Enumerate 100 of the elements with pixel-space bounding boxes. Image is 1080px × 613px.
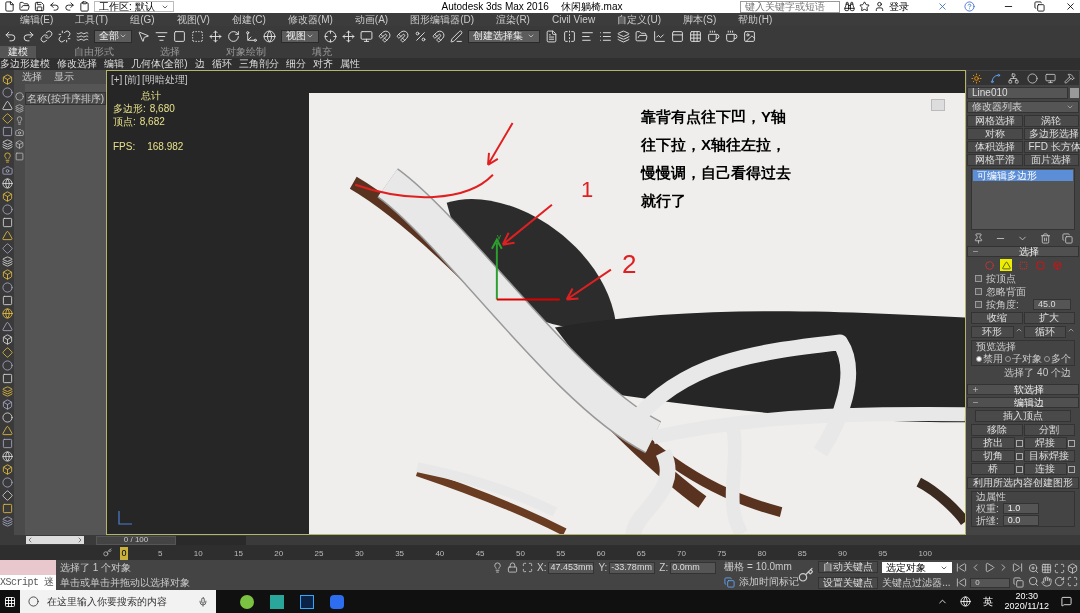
maxscript-field[interactable] [0, 560, 56, 575]
modify-tab-icon[interactable] [989, 72, 1001, 84]
tool-icon[interactable] [1, 438, 13, 449]
viewport-label[interactable]: [+] [111, 75, 123, 85]
object-name-field[interactable]: Line010 [967, 87, 1068, 99]
square-icon[interactable] [173, 29, 186, 43]
caret-icon[interactable] [527, 32, 535, 40]
viewport-label[interactable]: [前] [124, 75, 140, 85]
tool-icon[interactable] [1, 295, 13, 306]
frame-field[interactable]: 0 [970, 577, 1011, 588]
filter-icon[interactable] [15, 104, 25, 113]
selection-set-dropdown[interactable]: 创建选择集 [468, 29, 540, 43]
ribbon-item[interactable]: 三角剖分 [238, 59, 279, 69]
tool-icon[interactable] [1, 152, 13, 163]
menu-item[interactable]: 脚本(S) [683, 14, 717, 25]
taskbar-search[interactable]: 在这里输入你要搜索的内容 [20, 590, 216, 613]
explorer-scrollbar[interactable] [26, 536, 84, 544]
tool-icon[interactable] [1, 399, 13, 410]
filter-icon[interactable] [15, 140, 25, 149]
spinner-field[interactable]: 0.0 [1002, 515, 1039, 526]
edit-edge-button[interactable]: 目标焊接 [1023, 450, 1075, 462]
insert-vertex-button[interactable]: 插入顶点 [975, 410, 1071, 422]
unlink-icon[interactable] [58, 29, 71, 43]
new-file-icon[interactable] [4, 1, 15, 12]
ribbon-item[interactable]: 循环 [211, 59, 232, 69]
tool-icon[interactable] [1, 490, 13, 501]
edit-edge-button[interactable]: 焊接 [1023, 437, 1067, 449]
tool-icon[interactable] [1, 230, 13, 241]
tool-icon[interactable] [1, 425, 13, 436]
list-filter-icon[interactable] [155, 29, 168, 43]
user-icon[interactable] [874, 1, 885, 12]
open-icon[interactable] [19, 1, 30, 12]
rollout-header[interactable]: 编辑边 [967, 397, 1079, 408]
tool-icon[interactable] [1, 412, 13, 423]
workspace-dropdown[interactable]: 工作区: 默认 [94, 1, 174, 12]
orbit-icon[interactable] [1054, 576, 1066, 587]
go-to-end-icon[interactable] [1012, 562, 1024, 573]
zoom-icon[interactable] [1028, 563, 1040, 574]
notifications-icon[interactable] [1061, 596, 1072, 607]
selection-button[interactable]: 收缩 [971, 312, 1023, 324]
menu-item[interactable]: 视图(V) [176, 14, 210, 25]
menu-item[interactable]: 图形编辑器(D) [410, 14, 475, 25]
auto-key-button[interactable]: 自动关键点 [818, 561, 879, 574]
zoom-all-icon[interactable] [1041, 563, 1053, 574]
tool-icon[interactable] [1, 360, 13, 371]
ribbon-item[interactable]: 属性 [339, 59, 360, 69]
login-link[interactable]: 登录 [889, 1, 909, 12]
time-slider-thumb[interactable]: 0 / 100 [96, 535, 176, 545]
go-to-start-icon[interactable] [956, 562, 968, 573]
tool-icon[interactable] [1, 178, 13, 189]
tool-icon[interactable] [1, 243, 13, 254]
tool-icon[interactable] [1, 321, 13, 332]
selection-button[interactable]: 扩大 [1023, 312, 1075, 324]
app-icon[interactable] [330, 594, 344, 609]
help-icon[interactable] [964, 1, 975, 12]
tool-icon[interactable] [1, 451, 13, 462]
scroll-left-icon[interactable] [26, 536, 34, 544]
checkbox[interactable] [975, 288, 982, 295]
save-icon[interactable] [34, 1, 45, 12]
motion-tab-icon[interactable] [1026, 72, 1038, 84]
filter-icon[interactable] [15, 128, 25, 137]
scale-icon[interactable] [245, 29, 258, 43]
caret-icon[interactable] [119, 32, 127, 40]
menu-item[interactable]: 帮助(H) [738, 14, 773, 25]
undo-icon[interactable] [4, 29, 17, 43]
menu-item[interactable]: 自定义(U) [617, 14, 661, 25]
tool-icon[interactable] [1, 74, 13, 85]
coordinate-field[interactable]: 47.453mm [548, 561, 595, 574]
modifier-button[interactable]: 网格平滑 [967, 154, 1023, 166]
panel-icon[interactable] [671, 29, 684, 43]
ime-indicator[interactable]: 英 [982, 596, 993, 607]
app-icon[interactable] [300, 594, 314, 609]
time-slider-track[interactable]: 0 / 100 [96, 535, 246, 545]
document-icon[interactable] [545, 29, 558, 43]
create-shape-button[interactable]: 利用所选内容创建图形 [967, 477, 1079, 489]
filter-icon[interactable] [15, 152, 25, 161]
reference-coordinate-dropdown[interactable]: 视图 [281, 29, 319, 43]
coordinate-field[interactable]: 0.0mm [670, 561, 717, 574]
crosshair-icon[interactable] [324, 29, 337, 43]
spinner-icon[interactable] [1067, 326, 1075, 334]
tool-icon[interactable] [1, 477, 13, 488]
edit-edge-button[interactable]: 分割 [1023, 424, 1075, 436]
align-icon[interactable] [581, 29, 594, 43]
redo-icon[interactable] [64, 1, 75, 12]
zoom-extents-icon[interactable] [1054, 563, 1066, 574]
layers-icon[interactable] [617, 29, 630, 43]
ribbon-item[interactable]: 几何体(全部) [131, 59, 188, 69]
redo-icon[interactable] [22, 29, 35, 43]
dashed-square-icon[interactable] [191, 29, 204, 43]
modifier-button[interactable]: 涡轮 [1023, 115, 1079, 127]
tool-icon[interactable] [1, 126, 13, 137]
play-icon[interactable] [984, 562, 996, 573]
utilities-tab-icon[interactable] [1063, 72, 1075, 84]
tool-icon[interactable] [1, 165, 13, 176]
network-icon[interactable] [959, 596, 971, 607]
modifier-button[interactable]: 多边形选择 [1023, 128, 1079, 140]
tool-icon[interactable] [1, 100, 13, 111]
settings-box-icon[interactable] [1015, 439, 1023, 447]
windows-start-icon[interactable] [4, 595, 16, 608]
app-icon[interactable] [240, 594, 254, 609]
